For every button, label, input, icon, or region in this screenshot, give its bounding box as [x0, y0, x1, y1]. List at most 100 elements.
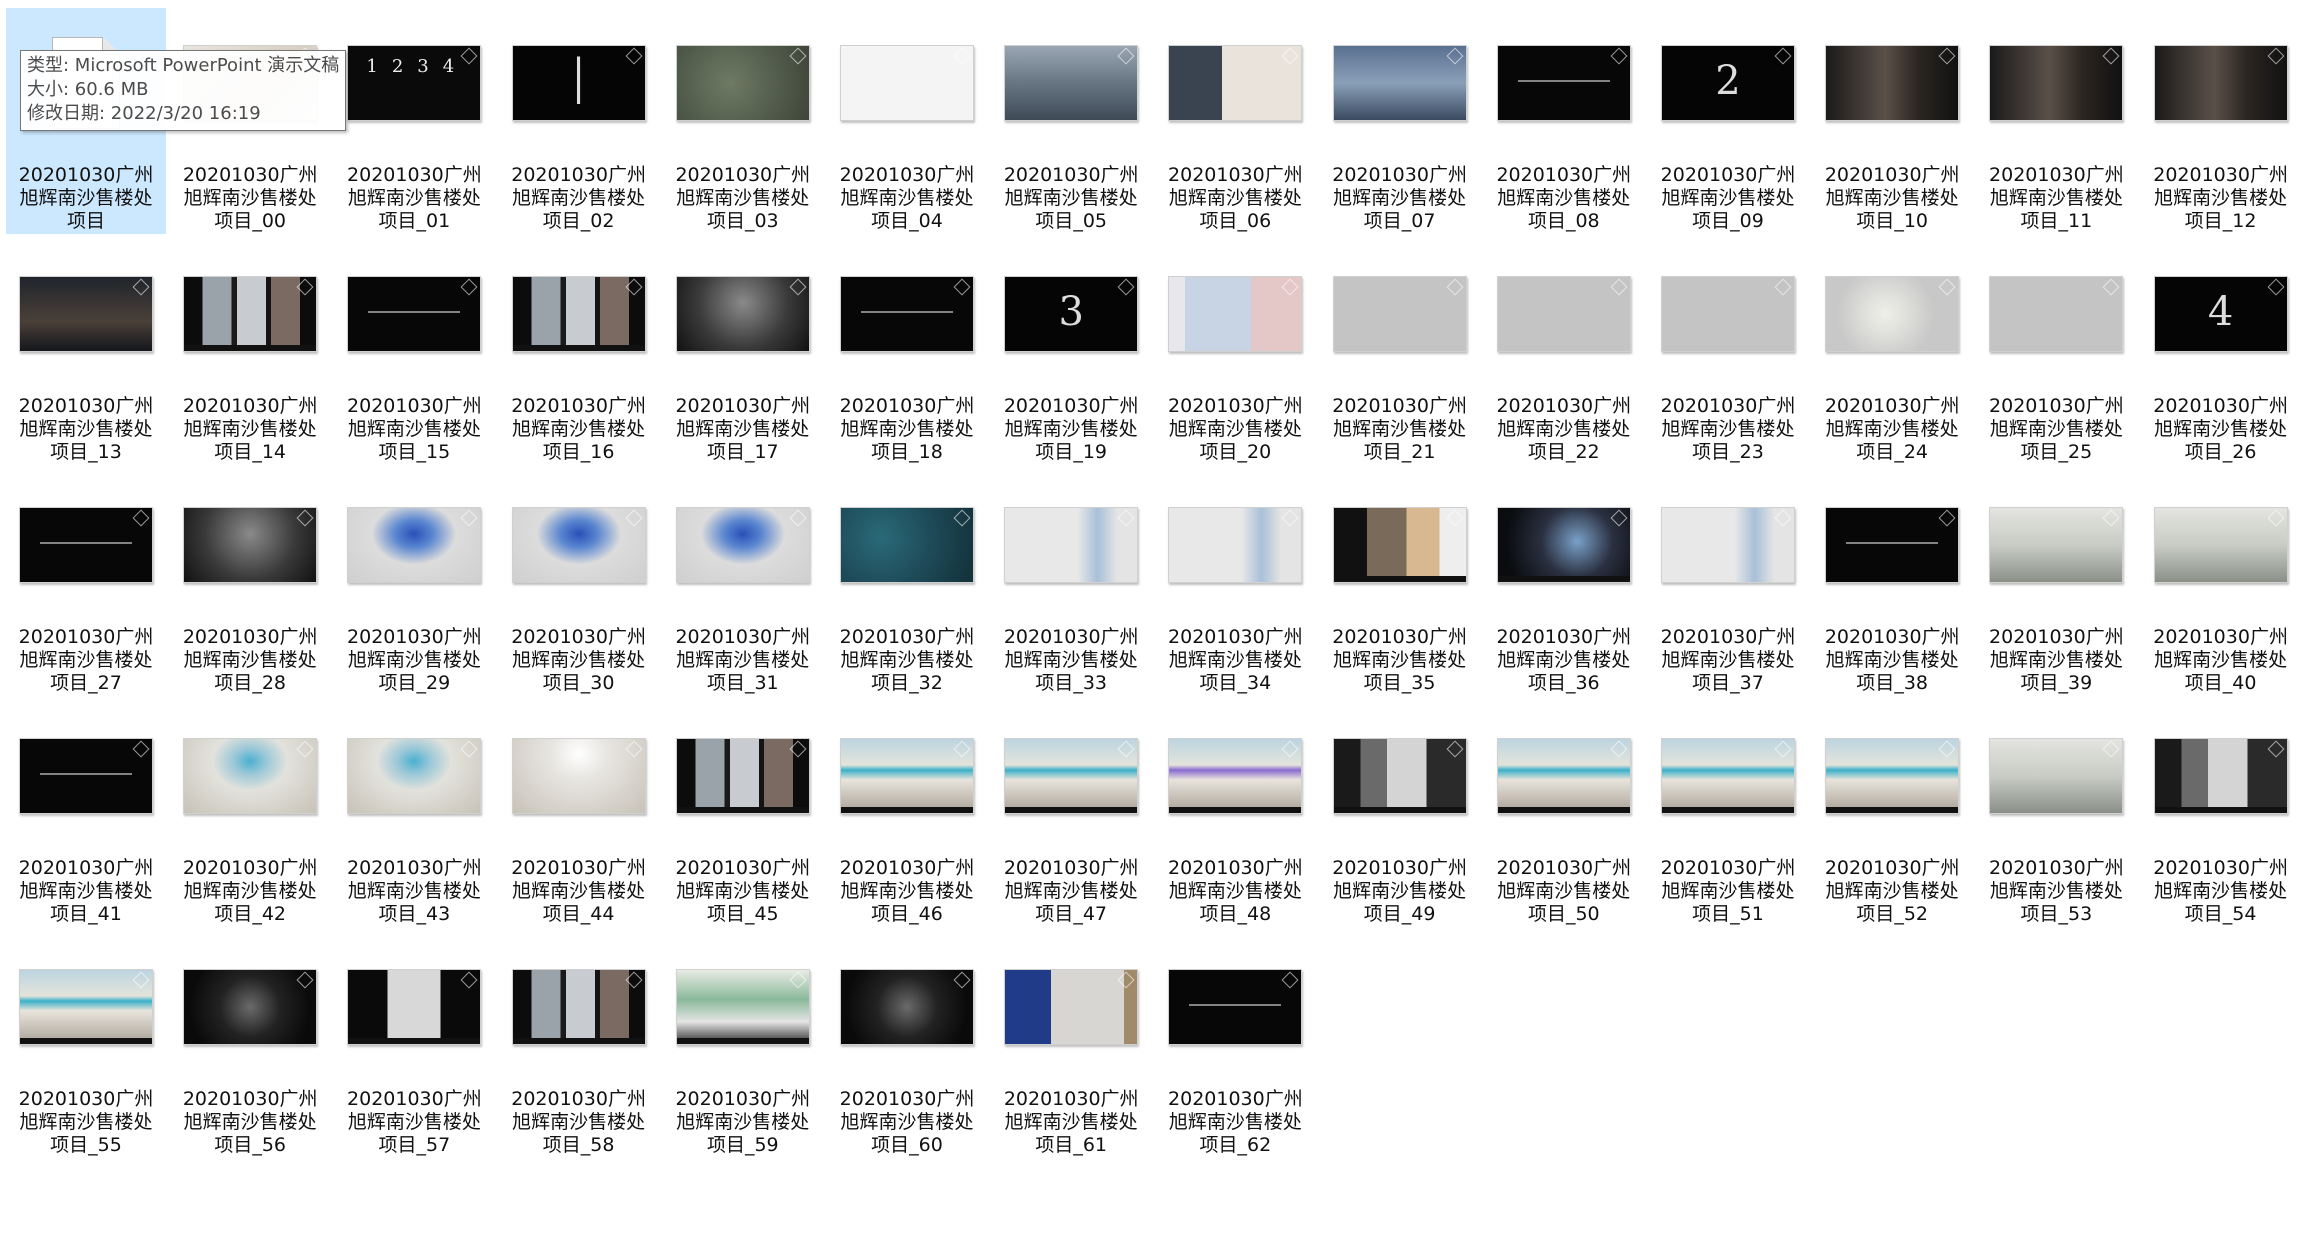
file-item[interactable]: 20201030广州 旭辉南沙售楼处 项目_41 — [6, 701, 166, 927]
logo-mark-icon — [953, 278, 971, 296]
file-item[interactable]: 20201030广州 旭辉南沙售楼处 项目_40 — [2141, 470, 2301, 696]
file-name: 20201030广州 旭辉南沙售楼处 项目_22 — [1484, 395, 1644, 464]
file-name-line: 项目_56 — [214, 1134, 287, 1156]
file-item[interactable]: 20201030广州 旭辉南沙售楼处 项目_35 — [1320, 470, 1480, 696]
file-item[interactable]: 20201030广州 旭辉南沙售楼处 项目_36 — [1484, 470, 1644, 696]
slide-thumbnail — [1496, 738, 1631, 814]
file-item[interactable]: 20201030广州 旭辉南沙售楼处 项目_43 — [334, 701, 494, 927]
file-item[interactable]: 20201030广州 旭辉南沙售楼处 项目_53 — [1976, 701, 2136, 927]
file-item[interactable]: 20201030广州 旭辉南沙售楼处 项目_10 — [1812, 8, 1972, 234]
file-item[interactable]: 20201030广州 旭辉南沙售楼处 项目_54 — [2141, 701, 2301, 927]
file-item[interactable]: 20201030广州 旭辉南沙售楼处 项目_60 — [827, 932, 987, 1158]
file-item[interactable]: 20201030广州 旭辉南沙售楼处 项目_18 — [827, 239, 987, 465]
file-item[interactable]: 20201030广州 旭辉南沙售楼处 项目_04 — [827, 8, 987, 234]
file-item[interactable]: 20201030广州 旭辉南沙售楼处 项目_58 — [499, 932, 659, 1158]
file-name-line: 旭辉南沙售楼处 — [1661, 187, 1795, 209]
slide-thumbnail — [347, 738, 482, 814]
file-item[interactable]: 20201030广州 旭辉南沙售楼处 项目_24 — [1812, 239, 1972, 465]
file-name-line: 项目_48 — [1199, 903, 1272, 925]
file-item[interactable]: 20201030广州 旭辉南沙售楼处 项目_25 — [1976, 239, 2136, 465]
file-item[interactable]: 20201030广州 旭辉南沙售楼处 项目_50 — [1484, 701, 1644, 927]
file-item[interactable]: 20201030广州 旭辉南沙售楼处 项目_59 — [663, 932, 823, 1158]
thumbnail-area — [663, 932, 823, 1082]
file-item[interactable]: 20201030广州 旭辉南沙售楼处 项目_03 — [663, 8, 823, 234]
file-item[interactable]: 20201030广州 旭辉南沙售楼处 项目_16 — [499, 239, 659, 465]
section-number-graphic: │ — [566, 58, 591, 104]
thumbnail-area — [499, 701, 659, 851]
file-name: 20201030广州 旭辉南沙售楼处 项目_53 — [1976, 857, 2136, 926]
file-item[interactable]: 20201030广州 旭辉南沙售楼处 项目_06 — [1155, 8, 1315, 234]
file-name: 20201030广州 旭辉南沙售楼处 项目_08 — [1484, 164, 1644, 233]
file-item[interactable]: 1234 20201030广州 旭辉南沙售楼处 项目_01 — [334, 8, 494, 234]
slide-thumbnail — [511, 276, 646, 352]
file-item[interactable]: 20201030广州 旭辉南沙售楼处 项目_14 — [170, 239, 330, 465]
file-item[interactable]: 20201030广州 旭辉南沙售楼处 项目_48 — [1155, 701, 1315, 927]
file-item[interactable]: 20201030广州 旭辉南沙售楼处 项目_39 — [1976, 470, 2136, 696]
file-name-line: 项目_26 — [2184, 441, 2257, 463]
file-item[interactable]: 20201030广州 旭辉南沙售楼处 项目_62 — [1155, 932, 1315, 1158]
file-item[interactable]: 20201030广州 旭辉南沙售楼处 项目_34 — [1155, 470, 1315, 696]
thumbnail-area — [1155, 932, 1315, 1082]
file-item[interactable]: 20201030广州 旭辉南沙售楼处 项目_20 — [1155, 239, 1315, 465]
file-name-line: 项目_58 — [542, 1134, 615, 1156]
file-item[interactable]: 20201030广州 旭辉南沙售楼处 项目_51 — [1648, 701, 1808, 927]
file-item[interactable]: 20201030广州 旭辉南沙售楼处 项目_32 — [827, 470, 987, 696]
file-item[interactable]: 20201030广州 旭辉南沙售楼处 项目_42 — [170, 701, 330, 927]
thumbnail-area — [991, 701, 1151, 851]
file-item[interactable]: 20201030广州 旭辉南沙售楼处 项目_11 — [1976, 8, 2136, 234]
file-name-line: 旭辉南沙售楼处 — [1497, 880, 1631, 902]
file-item[interactable]: 20201030广州 旭辉南沙售楼处 项目_49 — [1320, 701, 1480, 927]
file-item[interactable]: 20201030广州 旭辉南沙售楼处 项目_37 — [1648, 470, 1808, 696]
file-name-line: 旭辉南沙售楼处 — [19, 880, 153, 902]
slide-thumbnail — [1661, 507, 1795, 583]
file-name: 20201030广州 旭辉南沙售楼处 项目_62 — [1155, 1088, 1315, 1157]
slide-thumbnail — [1332, 276, 1467, 352]
file-item[interactable]: 20201030广州 旭辉南沙售楼处 项目_22 — [1484, 239, 1644, 465]
file-name: 20201030广州 旭辉南沙售楼处 项目_03 — [663, 164, 823, 233]
file-item[interactable]: 20201030广州 旭辉南沙售楼处 项目_21 — [1320, 239, 1480, 465]
file-item[interactable]: 20201030广州 旭辉南沙售楼处 项目_15 — [334, 239, 494, 465]
file-name-line: 项目_44 — [542, 903, 615, 925]
file-item[interactable]: 20201030广州 旭辉南沙售楼处 项目_33 — [991, 470, 1151, 696]
file-item[interactable]: 20201030广州 旭辉南沙售楼处 项目_47 — [991, 701, 1151, 927]
slide-thumbnail — [840, 507, 974, 583]
logo-mark-icon — [296, 971, 314, 989]
slide-footer-bar — [676, 807, 809, 813]
file-item[interactable]: 20201030广州 旭辉南沙售楼处 项目_61 — [991, 932, 1151, 1158]
file-name-line: 20201030广州 — [839, 857, 975, 879]
file-name-line: 旭辉南沙售楼处 — [2154, 649, 2288, 671]
file-item[interactable]: 20201030广州 旭辉南沙售楼处 项目_46 — [827, 701, 987, 927]
file-item[interactable]: 20201030广州 旭辉南沙售楼处 项目_56 — [170, 932, 330, 1158]
file-item[interactable]: 3 20201030广州 旭辉南沙售楼处 项目_19 — [991, 239, 1151, 465]
file-item[interactable]: 20201030广州 旭辉南沙售楼处 项目_57 — [334, 932, 494, 1158]
file-item[interactable]: 4 20201030广州 旭辉南沙售楼处 项目_26 — [2141, 239, 2301, 465]
file-name: 20201030广州 旭辉南沙售楼处 项目_19 — [991, 395, 1151, 464]
file-item[interactable]: 20201030广州 旭辉南沙售楼处 项目_45 — [663, 701, 823, 927]
file-item[interactable]: 20201030广州 旭辉南沙售楼处 项目_17 — [663, 239, 823, 465]
file-name-line: 旭辉南沙售楼处 — [840, 187, 974, 209]
logo-mark-icon — [460, 740, 478, 758]
file-item[interactable]: 20201030广州 旭辉南沙售楼处 项目_29 — [334, 470, 494, 696]
file-item[interactable]: 20201030广州 旭辉南沙售楼处 项目_07 — [1320, 8, 1480, 234]
file-name-line: 旭辉南沙售楼处 — [1168, 418, 1302, 440]
file-item[interactable]: 20201030广州 旭辉南沙售楼处 项目_23 — [1648, 239, 1808, 465]
file-item[interactable]: │ 20201030广州 旭辉南沙售楼处 项目_02 — [499, 8, 659, 234]
file-item[interactable]: 20201030广州 旭辉南沙售楼处 项目_52 — [1812, 701, 1972, 927]
file-name-line: 项目_16 — [542, 441, 615, 463]
file-item[interactable]: 20201030广州 旭辉南沙售楼处 项目_12 — [2141, 8, 2301, 234]
file-item[interactable]: 20201030广州 旭辉南沙售楼处 项目_28 — [170, 470, 330, 696]
file-item[interactable]: 20201030广州 旭辉南沙售楼处 项目_05 — [991, 8, 1151, 234]
file-item[interactable]: 20201030广州 旭辉南沙售楼处 项目_31 — [663, 470, 823, 696]
file-item[interactable]: 20201030广州 旭辉南沙售楼处 项目_27 — [6, 470, 166, 696]
file-item[interactable]: 20201030广州 旭辉南沙售楼处 项目_30 — [499, 470, 659, 696]
file-item[interactable]: 20201030广州 旭辉南沙售楼处 项目_13 — [6, 239, 166, 465]
file-name-line: 项目_61 — [1035, 1134, 1108, 1156]
file-name: 20201030广州 旭辉南沙售楼处 项目_44 — [499, 857, 659, 926]
file-item[interactable]: 20201030广州 旭辉南沙售楼处 项目_44 — [499, 701, 659, 927]
logo-mark-icon — [953, 971, 971, 989]
file-name-line: 项目 — [66, 210, 105, 232]
file-item[interactable]: 2 20201030广州 旭辉南沙售楼处 项目_09 — [1648, 8, 1808, 234]
file-item[interactable]: 20201030广州 旭辉南沙售楼处 项目_38 — [1812, 470, 1972, 696]
file-item[interactable]: 20201030广州 旭辉南沙售楼处 项目_55 — [6, 932, 166, 1158]
file-item[interactable]: 20201030广州 旭辉南沙售楼处 项目_08 — [1484, 8, 1644, 234]
